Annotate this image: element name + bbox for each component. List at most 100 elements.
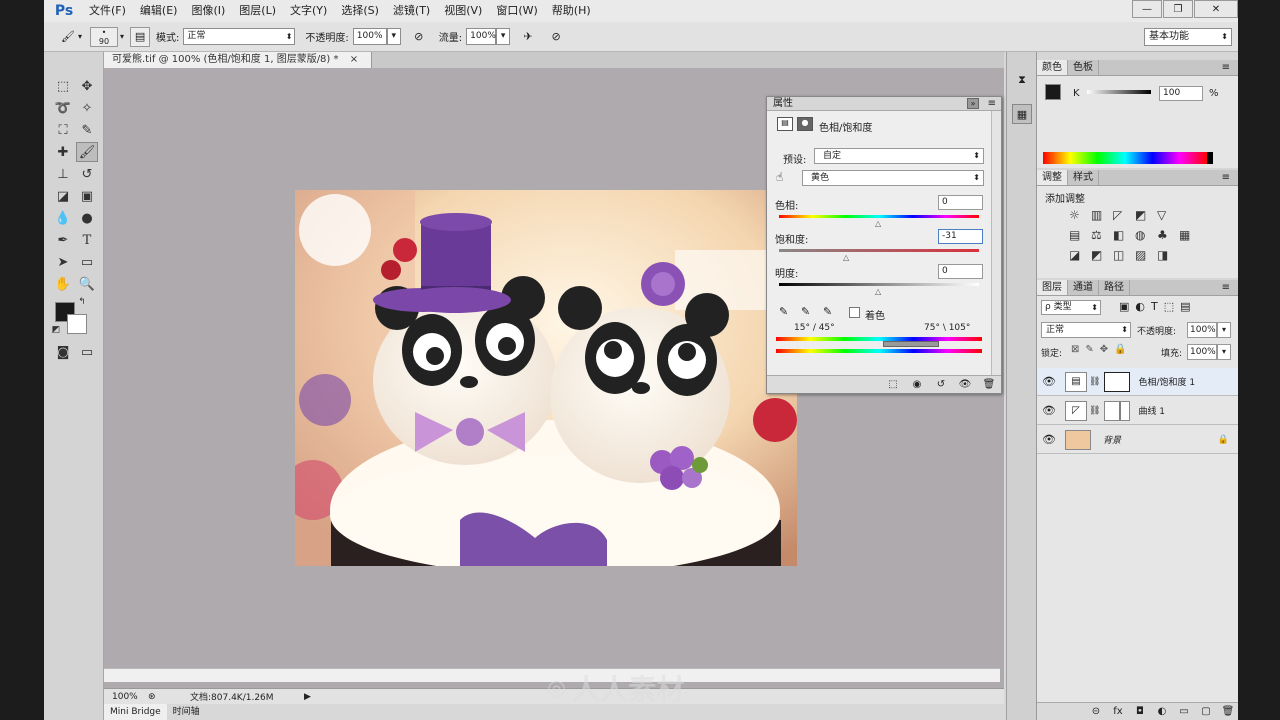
properties-title-bar[interactable]: 属性 » ≡ <box>767 97 1001 111</box>
layer-row-curves[interactable]: 👁 ◸ ⛓ 曲线 1 <box>1037 397 1238 425</box>
gradient-tool-icon[interactable]: ▣ <box>76 186 98 206</box>
crop-tool-icon[interactable]: ⛶ <box>52 120 74 140</box>
brush-panel-toggle-icon[interactable]: ▤ <box>130 26 151 47</box>
layer-name[interactable]: 背景 <box>1103 433 1121 446</box>
mask-icon[interactable]: ● <box>797 117 813 131</box>
layer-opacity-dropdown-icon[interactable]: ▾ <box>1217 322 1231 338</box>
tab-layers[interactable]: 图层 <box>1037 280 1068 295</box>
brush-tool-icon[interactable]: 🖌 <box>76 142 98 162</box>
clone-stamp-tool-icon[interactable]: ⊥ <box>52 164 74 184</box>
opacity-input[interactable]: 100% <box>352 28 387 45</box>
color-spectrum-bar[interactable] <box>1043 152 1207 164</box>
layer-name[interactable]: 曲线 1 <box>1138 404 1165 417</box>
colorize-checkbox[interactable] <box>849 307 860 318</box>
menu-edit[interactable]: 编辑(E) <box>133 0 185 22</box>
zoom-icon[interactable]: ⊛ <box>148 692 166 702</box>
lightness-slider-thumb-icon[interactable]: △ <box>875 287 881 296</box>
saturation-slider-track[interactable] <box>779 249 979 252</box>
close-window-button[interactable]: ✕ <box>1194 0 1238 18</box>
channel-select[interactable]: 黄色 ⬍ <box>802 170 984 186</box>
link-icon[interactable]: ⛓ <box>1089 377 1100 387</box>
default-colors-icon[interactable]: ◩ <box>50 324 62 336</box>
fill-dropdown-icon[interactable]: ▾ <box>1217 344 1231 360</box>
hand-tool-icon[interactable]: ✋ <box>52 274 74 294</box>
photo-filter-icon[interactable]: ◍ <box>1135 228 1157 242</box>
brush-tool-icon[interactable]: 🖌 <box>58 27 78 47</box>
dodge-tool-icon[interactable]: ● <box>76 208 98 228</box>
delete-layer-icon[interactable]: 🗑 <box>1217 706 1238 717</box>
filter-shape-icon[interactable]: ⬚ <box>1164 300 1174 313</box>
saturation-slider-thumb-icon[interactable]: △ <box>843 253 849 262</box>
rectangle-tool-icon[interactable]: ▭ <box>76 252 98 272</box>
filter-pixel-icon[interactable]: ▣ <box>1119 300 1129 313</box>
menu-view[interactable]: 视图(V) <box>437 0 489 22</box>
view-previous-state-icon[interactable]: ◉ <box>905 379 929 390</box>
lock-image-icon[interactable]: ✎ <box>1085 344 1093 355</box>
healing-brush-tool-icon[interactable]: ✚ <box>52 142 74 162</box>
color-range-selector[interactable] <box>883 341 939 347</box>
targeted-adjustment-hand-icon[interactable]: ☝ <box>776 170 783 184</box>
invert-icon[interactable]: ◪ <box>1069 248 1091 262</box>
lock-all-icon[interactable]: 🔒 <box>1114 344 1126 355</box>
levels-icon[interactable]: ▥ <box>1091 208 1113 222</box>
panel-menu-icon[interactable]: ≡ <box>988 97 996 111</box>
opacity-dropdown-icon[interactable]: ▾ <box>386 28 401 45</box>
new-layer-icon[interactable]: ▢ <box>1195 706 1217 717</box>
visibility-toggle-icon[interactable]: 👁 <box>953 379 977 390</box>
quick-mask-icon[interactable]: ◙ <box>52 342 74 362</box>
tab-swatches[interactable]: 色板 <box>1068 60 1099 75</box>
panel-menu-icon[interactable]: ≡ <box>1217 60 1235 76</box>
path-selection-tool-icon[interactable]: ➤ <box>52 252 74 272</box>
filter-type-icon[interactable]: T <box>1151 300 1158 313</box>
tool-preset-arrow-icon[interactable]: ▾ <box>78 32 82 41</box>
tab-mini-bridge[interactable]: Mini Bridge <box>104 704 167 720</box>
tab-color[interactable]: 颜色 <box>1037 60 1068 75</box>
layer-opacity-input[interactable]: 100% <box>1187 322 1217 338</box>
lock-transparent-icon[interactable]: ⊠ <box>1071 344 1079 355</box>
eyedropper-subtract-icon[interactable]: ✎ <box>823 305 832 318</box>
k-slider[interactable] <box>1087 90 1151 94</box>
brightness-contrast-icon[interactable]: ☼ <box>1069 208 1091 222</box>
menu-filter[interactable]: 滤镜(T) <box>386 0 437 22</box>
layer-mask-thumbnail[interactable] <box>1104 400 1131 421</box>
fill-input[interactable]: 100% <box>1187 344 1217 360</box>
posterize-icon[interactable]: ◩ <box>1091 248 1113 262</box>
panel-menu-icon[interactable]: ≡ <box>1217 170 1235 186</box>
gradient-map-icon[interactable]: ▨ <box>1135 248 1157 262</box>
tab-channels[interactable]: 通道 <box>1068 280 1099 295</box>
selective-color-icon[interactable]: ◨ <box>1157 248 1179 262</box>
zoom-tool-icon[interactable]: 🔍 <box>76 274 98 294</box>
eraser-tool-icon[interactable]: ◪ <box>52 186 74 206</box>
lasso-tool-icon[interactable]: ➰ <box>52 98 74 118</box>
channel-mixer-icon[interactable]: ♣ <box>1157 228 1179 242</box>
move-tool-icon[interactable]: ✥ <box>76 76 98 96</box>
black-white-icon[interactable]: ◧ <box>1113 228 1135 242</box>
minimize-button[interactable]: — <box>1132 0 1162 18</box>
brush-picker-arrow-icon[interactable]: ▾ <box>120 32 124 41</box>
history-panel-icon[interactable]: ⧗ <box>1012 70 1032 90</box>
type-tool-icon[interactable]: T <box>76 230 98 250</box>
airbrush-icon[interactable]: ✈ <box>518 27 538 47</box>
swap-colors-icon[interactable]: ↰ <box>76 296 88 308</box>
link-icon[interactable]: ⛓ <box>1089 406 1100 416</box>
tab-timeline[interactable]: 时间轴 <box>167 704 206 720</box>
menu-layer[interactable]: 图层(L) <box>232 0 283 22</box>
color-lookup-icon[interactable]: ▦ <box>1179 228 1201 242</box>
link-layers-icon[interactable]: ⊝ <box>1085 706 1107 717</box>
canvas-image[interactable] <box>295 190 797 566</box>
filter-smart-object-icon[interactable]: ▤ <box>1180 300 1190 313</box>
saturation-input[interactable]: -31 <box>938 229 983 244</box>
hue-input[interactable]: 0 <box>938 195 983 210</box>
menu-window[interactable]: 窗口(W) <box>489 0 544 22</box>
workspace-select[interactable]: 基本功能 ⬍ <box>1144 28 1232 46</box>
zoom-level[interactable]: 100% <box>112 692 148 702</box>
restore-button[interactable]: ❐ <box>1163 0 1193 18</box>
layer-mask-thumbnail[interactable] <box>1104 371 1131 392</box>
eyedropper-tool-icon[interactable]: ✎ <box>76 120 98 140</box>
tab-styles[interactable]: 样式 <box>1068 170 1099 185</box>
hue-slider-thumb-icon[interactable]: △ <box>875 219 881 228</box>
properties-panel-icon[interactable]: ▦ <box>1012 104 1032 124</box>
collapse-panel-icon[interactable]: » <box>967 98 979 109</box>
layer-filter-select[interactable]: ρ 类型 ⬍ <box>1041 300 1101 315</box>
menu-help[interactable]: 帮助(H) <box>545 0 598 22</box>
